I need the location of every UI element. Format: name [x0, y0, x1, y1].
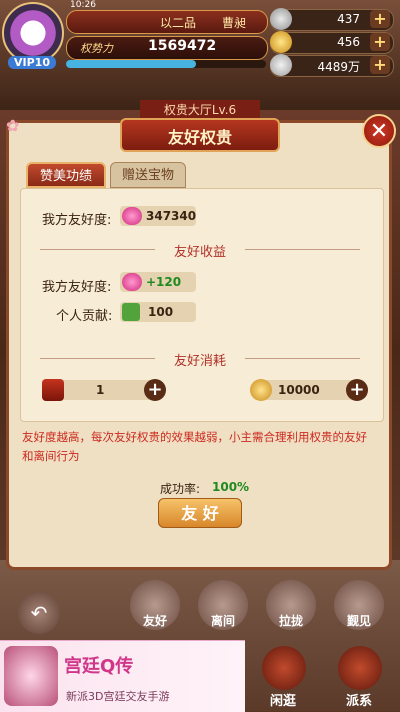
- stroll-button-icon[interactable]: [262, 646, 306, 690]
- friendship-note: 友好度越高，每次友好权贵的效果越弱，小主需合理利用权贵的友好和离间行为: [22, 430, 367, 463]
- dialog-title: 友好权贵: [167, 128, 232, 147]
- tab-gift[interactable]: 赠送宝物: [110, 162, 186, 188]
- gain-friendship-value: +120: [146, 275, 182, 289]
- exp-bar-fill: [66, 60, 196, 68]
- ad-subtitle: 新派3D宫廷交友手游: [66, 690, 170, 703]
- resource-value-1: 437: [337, 12, 360, 26]
- power-value: 1569472: [148, 38, 217, 54]
- add-resource-3-button[interactable]: +: [370, 56, 390, 74]
- add-coin-button[interactable]: +: [346, 379, 368, 401]
- contribution-icon: [122, 303, 140, 321]
- action-label-befriend: 友好: [142, 614, 167, 628]
- success-rate-value: 100%: [212, 480, 250, 494]
- section-cost-title: 友好消耗: [173, 354, 226, 369]
- resource-value-3: 4489万: [317, 60, 360, 74]
- action-label-alienate: 离间: [210, 614, 235, 628]
- heart-icon: [122, 207, 142, 225]
- section-gain-title: 友好收益: [173, 245, 226, 260]
- hall-banner: 权贵大厅Lv.6: [140, 100, 260, 120]
- tab-praise[interactable]: 赞美功绩: [26, 162, 106, 188]
- power-label: 权势力: [80, 42, 113, 55]
- faction-label: 派系: [346, 694, 373, 709]
- coin-icon: [270, 54, 292, 76]
- vip-badge: VIP10: [8, 56, 56, 69]
- gain-friendship-label: 我方友好度:: [42, 280, 112, 295]
- close-button[interactable]: ✕: [362, 114, 396, 148]
- player-avatar[interactable]: [2, 2, 64, 64]
- ad-character-icon: [4, 646, 58, 706]
- my-friendship-value: 347340: [146, 209, 197, 223]
- gold-ingot-icon: [270, 31, 292, 53]
- gain-contribution-value: 100: [148, 305, 174, 319]
- add-resource-1-button[interactable]: +: [370, 10, 390, 28]
- action-label-audience: 觐见: [346, 614, 371, 628]
- resource-value-2: 456: [337, 35, 360, 49]
- cost-coin-value: 10000: [278, 383, 320, 397]
- player-rank: 以二品: [160, 16, 197, 30]
- cost-item-value: 1: [96, 383, 105, 397]
- back-arrow-icon[interactable]: ↶: [18, 592, 60, 634]
- heart-icon: [122, 273, 142, 291]
- ad-title: 宫廷Q传: [64, 656, 134, 677]
- befriend-button[interactable]: 友 好: [158, 498, 242, 528]
- add-item-button[interactable]: +: [144, 379, 166, 401]
- add-resource-2-button[interactable]: +: [370, 33, 390, 51]
- flower-icon: ✿: [6, 116, 20, 135]
- action-label-recruit: 拉拢: [278, 614, 303, 628]
- player-name: 曹昶: [222, 16, 247, 30]
- coin-icon: [250, 379, 272, 401]
- success-rate-label: 成功率:: [160, 482, 201, 496]
- faction-button-icon[interactable]: [338, 646, 382, 690]
- gain-contribution-label: 个人贡献:: [56, 309, 113, 324]
- stroll-label: 闲逛: [270, 694, 297, 709]
- ingot-icon: [270, 8, 292, 30]
- my-friendship-label: 我方友好度:: [42, 213, 112, 228]
- decree-scroll-icon: [42, 379, 64, 401]
